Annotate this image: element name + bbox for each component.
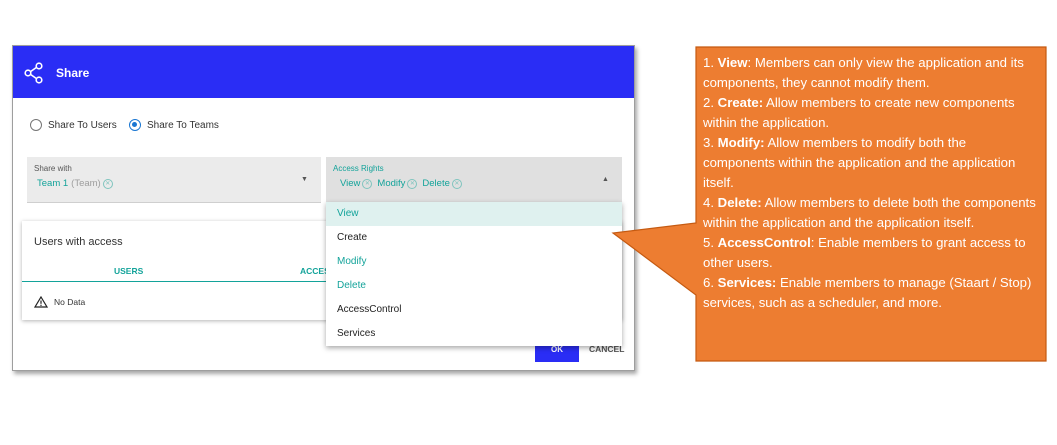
callout-item: 6. Services: Enable members to manage (S… [703, 275, 1032, 310]
callout-item: 3. Modify: Allow members to modify both … [703, 135, 1016, 190]
callout-item: 5. AccessControl: Enable members to gran… [703, 235, 1026, 270]
callout-item: 2. Create: Allow members to create new c… [703, 95, 1015, 130]
callout-text: 1. View: Members can only view the appli… [703, 53, 1038, 313]
callout-item: 4. Delete: Allow members to delete both … [703, 195, 1036, 230]
callout-item: 1. View: Members can only view the appli… [703, 55, 1024, 90]
